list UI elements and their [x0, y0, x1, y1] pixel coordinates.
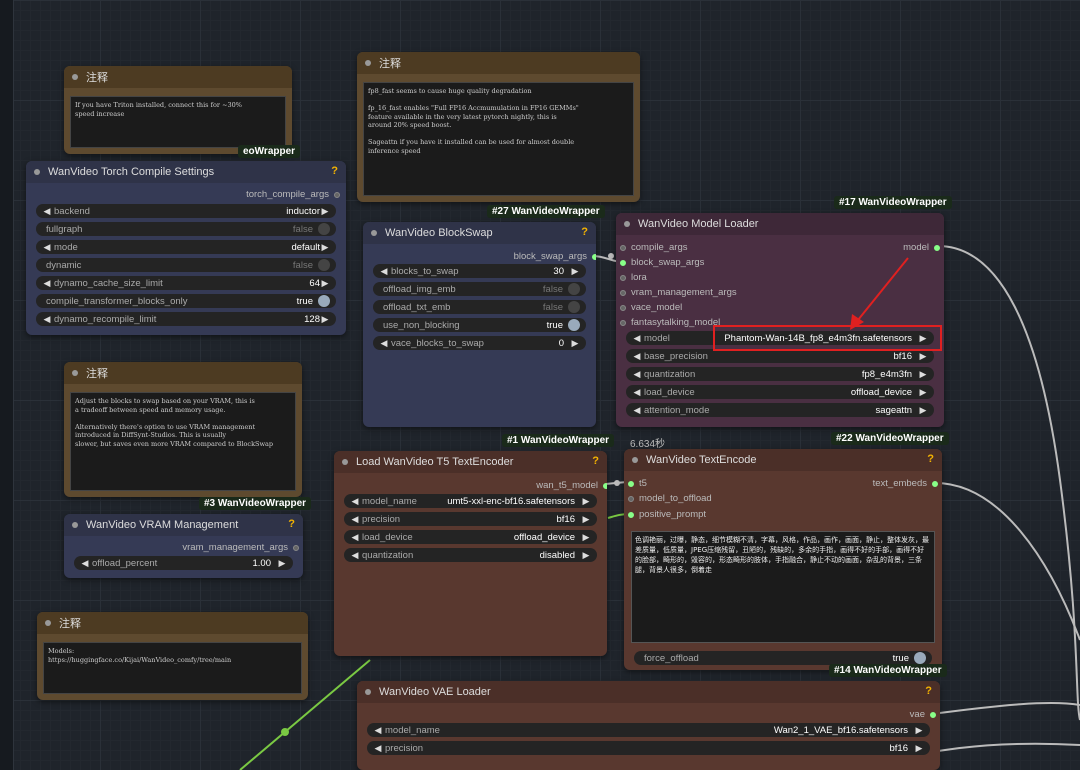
arrow-left-icon[interactable]: ◀ [350, 550, 360, 561]
arrow-left-icon[interactable]: ◀ [373, 725, 383, 736]
arrow-left-icon[interactable]: ◀ [80, 558, 90, 569]
node-header[interactable]: WanVideo TextEncode? [624, 449, 942, 471]
widget-model-name[interactable]: ◀ model_name Wan2_1_VAE_bf16.safetensors ▶ [367, 723, 930, 737]
output-label: vram_management_args [182, 542, 288, 553]
arrow-left-icon[interactable]: ◀ [350, 496, 360, 507]
widget-load-device[interactable]: ◀ load_device offload_device ▶ [344, 530, 597, 544]
help-icon[interactable]: ? [592, 455, 599, 467]
widget-value: Wan2_1_VAE_bf16.safetensors [773, 724, 908, 736]
help-icon[interactable]: ? [288, 518, 295, 530]
output-text-embeds[interactable]: text_embeds [873, 478, 938, 489]
output-label: vae [909, 709, 925, 720]
widget-force-offload[interactable]: force_offload true [634, 651, 932, 665]
arrow-left-icon[interactable]: ◀ [350, 532, 360, 543]
arrow-left-icon[interactable]: ◀ [373, 743, 383, 754]
help-icon[interactable]: ? [925, 685, 932, 697]
input-t5[interactable]: t5 [628, 478, 647, 489]
input-dot[interactable] [628, 511, 634, 518]
collapse-dot-icon[interactable] [45, 620, 51, 626]
arrow-right-icon[interactable]: ▶ [581, 496, 591, 507]
node-badge-vram: #3 WanVideoWrapper [199, 497, 312, 510]
input-dot[interactable] [628, 480, 634, 487]
arrow-right-icon[interactable]: ▶ [581, 514, 591, 525]
help-icon[interactable]: ? [927, 453, 934, 465]
collapse-dot-icon[interactable] [632, 457, 638, 463]
collapse-dot-icon[interactable] [365, 689, 371, 695]
widget-label: load_device [362, 531, 413, 543]
node-vae-loader[interactable]: WanVideo VAE Loader? vae ◀ model_name Wan2… [357, 681, 940, 770]
arrow-right-icon[interactable]: ▶ [914, 725, 924, 736]
node-title: WanVideo TextEncode [646, 454, 757, 466]
note-header[interactable]: 注释 [37, 612, 308, 634]
widget-label: force_offload [644, 652, 699, 664]
node-title: WanVideo VAE Loader [379, 686, 491, 698]
note-title: 注释 [59, 618, 81, 630]
node-header[interactable]: WanVideo VAE Loader? [357, 681, 940, 703]
output-dot[interactable] [930, 711, 936, 718]
note-models[interactable]: 注释 Models: https://huggingface.co/Kijai/… [37, 612, 308, 700]
widget-precision[interactable]: ◀ precision bf16 ▶ [367, 741, 930, 755]
input-positive-prompt[interactable]: positive_prompt [628, 509, 706, 520]
arrow-right-icon[interactable]: ▶ [914, 743, 924, 754]
widget-value: true [892, 652, 909, 664]
widget-label: offload_percent [92, 557, 158, 569]
input-label: t5 [639, 478, 647, 489]
note-title: 注释 [86, 368, 108, 380]
widget-quantization[interactable]: ◀ quantization disabled ▶ [344, 548, 597, 562]
arrow-left-icon[interactable]: ◀ [350, 514, 360, 525]
widget-label: precision [362, 513, 401, 525]
execution-time: 6.634秒 [630, 439, 666, 450]
output-label: text_embeds [872, 478, 927, 489]
output-dot[interactable] [603, 482, 607, 489]
arrow-right-icon[interactable]: ▶ [581, 532, 591, 543]
arrow-right-icon[interactable]: ▶ [581, 550, 591, 561]
collapse-dot-icon[interactable] [72, 370, 78, 376]
input-model-to-offload[interactable]: model_to_offload [628, 493, 712, 504]
widget-offload-percent[interactable]: ◀ offload_percent 1.00 ▶ [74, 556, 293, 570]
note-textarea[interactable]: Adjust the blocks to swap based on your … [70, 392, 296, 491]
widget-value: 1.00 [252, 557, 272, 569]
input-label: model_to_offload [639, 493, 712, 504]
output-dot[interactable] [932, 480, 938, 487]
widget-label: quantization [362, 549, 414, 561]
input-dot[interactable] [628, 495, 634, 502]
note-blockswap[interactable]: 注释 Adjust the blocks to swap based on yo… [64, 362, 302, 497]
arrow-right-icon[interactable]: ▶ [277, 558, 287, 569]
note-textarea[interactable]: Models: https://huggingface.co/Kijai/Wan… [43, 642, 302, 694]
node-title: Load WanVideo T5 TextEncoder [356, 456, 514, 468]
node-t5-textencoder[interactable]: Load WanVideo T5 TextEncoder? wan_t5_mod… [334, 451, 607, 656]
widget-label: model_name [385, 724, 440, 736]
node-title: WanVideo VRAM Management [86, 519, 239, 531]
input-label: positive_prompt [639, 509, 707, 520]
widget-label: model_name [362, 495, 417, 507]
output-label: wan_t5_model [536, 480, 598, 491]
collapse-dot-icon[interactable] [342, 459, 348, 465]
node-header[interactable]: WanVideo VRAM Management? [64, 514, 303, 536]
widget-value: umt5-xxl-enc-bf16.safetensors [447, 495, 575, 507]
widget-value: disabled [539, 549, 575, 561]
widget-label: precision [385, 742, 424, 754]
widget-model-name[interactable]: ◀ model_name umt5-xxl-enc-bf16.safetensors… [344, 494, 597, 508]
output-vae[interactable]: vae [910, 709, 936, 720]
toggle-knob[interactable] [914, 652, 926, 664]
output-dot[interactable] [293, 544, 299, 551]
node-badge-vae: #14 WanVideoWrapper [829, 664, 947, 677]
widget-value: offload_device [513, 531, 575, 543]
widget-precision[interactable]: ◀ precision bf16 ▶ [344, 512, 597, 526]
node-textencode[interactable]: WanVideo TextEncode? text_embeds t5 mode… [624, 449, 942, 670]
collapse-dot-icon[interactable] [72, 522, 78, 528]
output-vram-management-args[interactable]: vram_management_args [182, 542, 299, 553]
note-header[interactable]: 注释 [64, 362, 302, 384]
node-badge-textencode: #22 WanVideoWrapper [831, 432, 949, 445]
node-vram-management[interactable]: WanVideo VRAM Management? vram_managemen… [64, 514, 303, 578]
widget-value: bf16 [889, 742, 909, 754]
node-badge-t5: #1 WanVideoWrapper [502, 434, 615, 447]
output-wan-t5-model[interactable]: wan_t5_model [536, 480, 607, 491]
widget-value: bf16 [556, 513, 576, 525]
node-header[interactable]: Load WanVideo T5 TextEncoder? [334, 451, 607, 473]
negative-prompt-textarea[interactable]: 色调艳丽，过曝，静态，细节模糊不清，字幕，风格，作品，画作，画面，静止，整体发灰… [631, 531, 935, 643]
